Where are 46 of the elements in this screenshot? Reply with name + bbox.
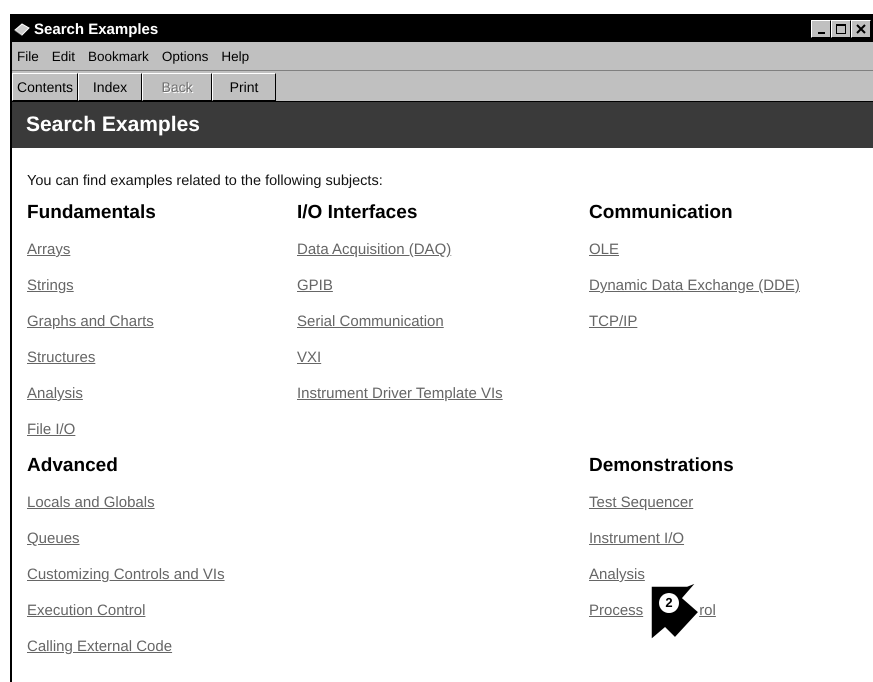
toolbar-button[interactable]: Index (78, 73, 142, 101)
link[interactable]: OLE (589, 235, 620, 265)
link[interactable]: VXI (297, 343, 322, 373)
link[interactable]: Customizing Controls and VIs (27, 560, 225, 590)
menu-item[interactable]: Edit (52, 48, 76, 64)
link[interactable]: Execution Control (27, 596, 146, 626)
link[interactable]: Queues (27, 524, 80, 554)
link[interactable]: Instrument I/O (589, 524, 684, 554)
close-button[interactable] (851, 20, 871, 38)
link[interactable]: GPIB (297, 271, 333, 301)
toolbar-button[interactable]: Print (212, 73, 276, 101)
section-heading: Communication (589, 201, 734, 225)
link[interactable]: Process (589, 596, 644, 626)
intro-text: You can find examples related to the following subjects: (27, 172, 384, 190)
section-heading: Demonstrations (589, 454, 735, 478)
link[interactable]: File I/O (27, 415, 76, 445)
link[interactable]: Locals and Globals (27, 488, 155, 518)
maximize-button[interactable] (831, 20, 851, 38)
link[interactable]: Graphs and Charts (27, 307, 154, 337)
link[interactable]: Test Sequencer (589, 488, 694, 518)
page-heading: Search Examples (26, 113, 200, 137)
link[interactable]: Strings (27, 271, 74, 301)
menu-item[interactable]: Bookmark (88, 48, 149, 64)
link[interactable]: Serial Communication (297, 307, 444, 337)
menu-item[interactable]: Help (221, 48, 250, 64)
close-icon (856, 24, 866, 34)
link[interactable]: Data Acquisition (DAQ) (297, 235, 452, 265)
minimize-button[interactable] (811, 20, 831, 38)
link[interactable]: Structures (27, 343, 96, 373)
link[interactable]: Analysis (27, 379, 83, 409)
link[interactable]: Arrays (27, 235, 70, 265)
link[interactable]: Instrument Driver Template VIs (297, 379, 503, 409)
window-title: Search Examples (34, 20, 158, 38)
menu-item[interactable]: Options (162, 48, 208, 64)
section-heading: I/O Interfaces (297, 201, 418, 225)
link[interactable]: Dynamic Data Exchange (DDE) (589, 271, 800, 301)
menu-item[interactable]: File (17, 48, 39, 64)
minimize-icon (818, 32, 824, 34)
link[interactable]: rol (699, 596, 716, 626)
section-heading: Advanced (27, 454, 119, 478)
section-heading: Fundamentals (27, 201, 157, 225)
toolbar-button[interactable]: Contents (12, 73, 78, 101)
link[interactable]: TCP/IP (589, 307, 638, 337)
maximize-icon (836, 24, 846, 34)
link[interactable]: Calling External Code (27, 632, 172, 662)
link[interactable]: Analysis (589, 560, 645, 590)
